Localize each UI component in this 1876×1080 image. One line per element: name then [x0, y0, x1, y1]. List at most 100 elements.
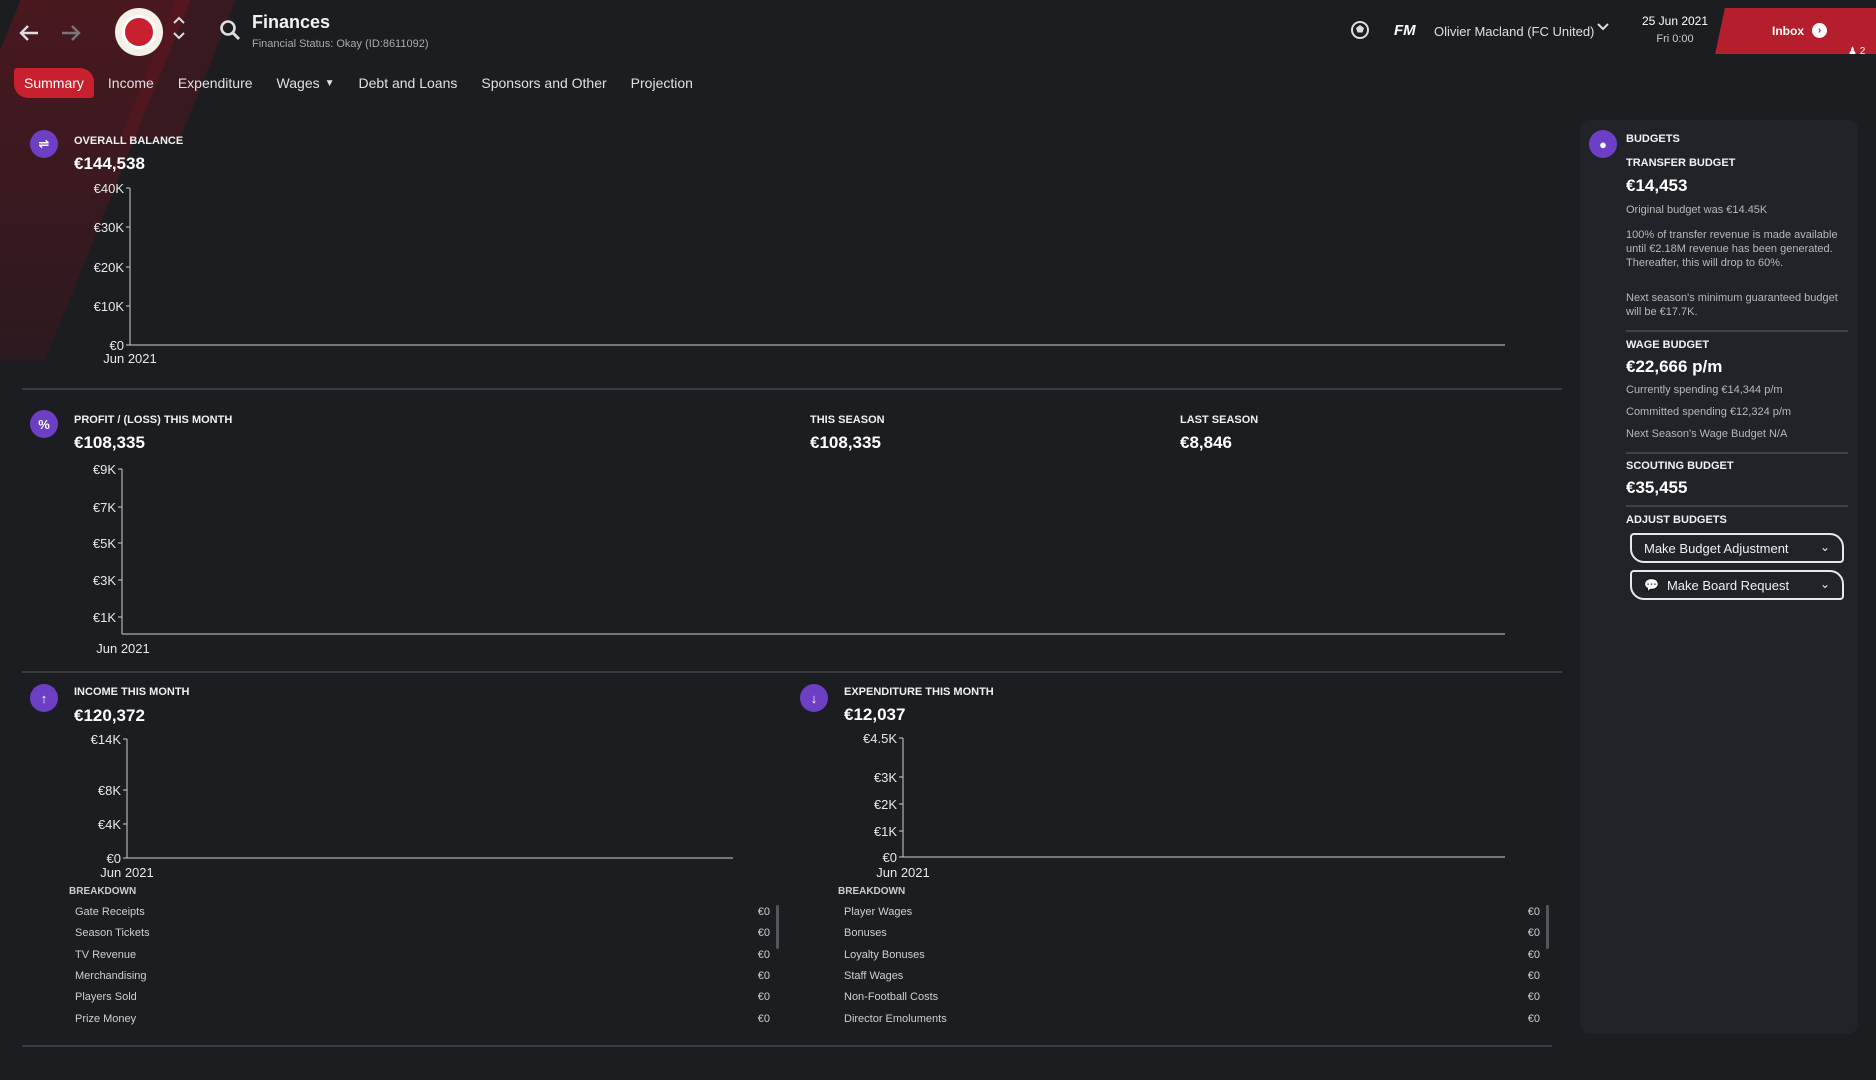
forward-arrow-icon[interactable]	[56, 18, 86, 48]
club-crest[interactable]	[115, 8, 163, 56]
breakdown-row-value: €0	[1527, 948, 1540, 961]
search-icon[interactable]	[218, 18, 246, 46]
page-title: Finances	[252, 12, 331, 32]
fm-logo[interactable]: FM	[1394, 22, 1416, 39]
panel-divider	[1626, 330, 1848, 332]
breakdown-row-value: €0	[757, 927, 770, 940]
this-season-value: €108,335	[810, 433, 881, 452]
inbox-label[interactable]: Inbox	[1772, 24, 1804, 38]
balance-icon: ⇌	[30, 130, 58, 158]
section-divider	[22, 388, 1562, 390]
football-icon[interactable]	[1350, 20, 1370, 45]
make-budget-adjustment-button[interactable]: Make Budget Adjustment ⌄	[1630, 533, 1844, 563]
breakdown-row-label[interactable]: Non-Football Costs	[844, 991, 938, 1003]
y-tick-label: €14K	[91, 732, 122, 747]
x-tick-label: Jun 2021	[103, 351, 157, 366]
expenditure-breakdown-title: BREAKDOWN	[838, 886, 906, 897]
section-divider	[22, 671, 1562, 673]
budgets-title: BUDGETS	[1626, 133, 1680, 145]
top-bar: Finances Financial Status: Okay (ID:8611…	[0, 0, 1876, 70]
income-breakdown-title: BREAKDOWN	[69, 886, 137, 897]
breakdown-row-label[interactable]: Prize Money	[75, 1013, 136, 1025]
y-tick-label: €4.5K	[863, 731, 897, 746]
wage-budget-label: WAGE BUDGET	[1626, 339, 1710, 351]
breakdown-row-label[interactable]: Loyalty Bonuses	[844, 949, 925, 961]
breakdown-row-value: €0	[757, 948, 770, 961]
tab-debt-and-loans[interactable]: Debt and Loans	[349, 68, 468, 98]
breakdown-row-label[interactable]: Director Emoluments	[844, 1013, 947, 1025]
panel-divider	[1626, 505, 1848, 507]
wage-committed-spending: Committed spending €12,324 p/m	[1626, 406, 1792, 418]
income-breakdown-scrollbar[interactable]	[776, 905, 779, 949]
profit-value: €108,335	[74, 433, 145, 452]
y-tick-label: €4K	[98, 817, 121, 832]
percent-icon: %	[30, 410, 58, 438]
breakdown-row-value: €0	[757, 991, 770, 1004]
chevron-down-icon: ▼	[324, 77, 335, 89]
chevron-down-icon: ⌄	[1819, 577, 1830, 591]
y-tick-label: €40K	[94, 181, 125, 196]
breakdown-row-value: €0	[757, 1012, 770, 1025]
section-divider	[22, 1045, 1552, 1047]
tab-summary[interactable]: Summary	[14, 68, 94, 98]
transfer-budget-label: TRANSFER BUDGET	[1626, 157, 1736, 169]
y-tick-label: €5K	[93, 536, 116, 551]
adjust-budgets-label: ADJUST BUDGETS	[1626, 514, 1727, 526]
y-tick-label: €1K	[874, 824, 897, 839]
person-icon: ♟	[1848, 46, 1857, 57]
x-tick-label: Jun 2021	[876, 865, 930, 880]
manager-name[interactable]: Olivier Macland (FC United)	[1434, 24, 1594, 39]
continue-arrow-icon[interactable]: ›	[1812, 23, 1827, 38]
y-tick-label: €9K	[93, 462, 116, 477]
game-time: Fri 0:00	[1656, 33, 1694, 45]
y-tick-label: €10K	[94, 299, 125, 314]
profit-label: PROFIT / (LOSS) THIS MONTH	[74, 414, 233, 426]
transfer-budget-original: Original budget was €14.45K	[1626, 204, 1768, 216]
scouting-budget-value: €35,455	[1626, 478, 1688, 497]
y-tick-label: €3K	[874, 770, 897, 785]
transfer-budget-value: €14,453	[1626, 176, 1688, 195]
arrow-down-icon: ↓	[800, 684, 828, 712]
breakdown-row-label[interactable]: Merchandising	[75, 970, 147, 982]
breakdown-row-label[interactable]: TV Revenue	[75, 949, 136, 961]
tab-expenditure[interactable]: Expenditure	[168, 68, 263, 98]
breakdown-row-label[interactable]: Gate Receipts	[75, 906, 145, 918]
club-switch-icon[interactable]	[172, 14, 186, 46]
breakdown-row-label[interactable]: Bonuses	[844, 927, 887, 939]
breakdown-row-label[interactable]: Staff Wages	[844, 970, 903, 982]
tab-projection[interactable]: Projection	[621, 68, 703, 98]
overall-balance-value: €144,538	[74, 154, 145, 173]
back-arrow-icon[interactable]	[14, 18, 44, 48]
chevron-down-icon[interactable]	[1596, 20, 1610, 39]
tab-sponsors-and-other[interactable]: Sponsors and Other	[471, 68, 616, 98]
breakdown-row-value: €0	[757, 969, 770, 982]
scouting-budget-label: SCOUTING BUDGET	[1626, 460, 1734, 472]
y-tick-label: €20K	[94, 260, 125, 275]
wage-next-season: Next Season's Wage Budget N/A	[1626, 428, 1788, 440]
finance-tabs: Summary Income Expenditure Wages ▼ Debt a…	[14, 68, 707, 98]
this-season-label: THIS SEASON	[810, 414, 885, 426]
x-tick-label: Jun 2021	[100, 865, 154, 880]
y-tick-label: €0	[107, 851, 121, 866]
y-tick-label: €8K	[98, 783, 121, 798]
game-date: 25 Jun 2021	[1641, 14, 1709, 28]
tab-income[interactable]: Income	[98, 68, 164, 98]
breakdown-row-label[interactable]: Player Wages	[844, 906, 912, 918]
piggy-bank-icon: ●	[1589, 130, 1617, 158]
y-tick-label: €2K	[874, 797, 897, 812]
tab-wages[interactable]: Wages ▼	[267, 68, 345, 98]
breakdown-row-value: €0	[757, 906, 770, 918]
y-tick-label: €0	[883, 850, 897, 865]
income-value: €120,372	[74, 706, 145, 725]
last-season-value: €8,846	[1180, 433, 1232, 452]
expenditure-label: EXPENDITURE THIS MONTH	[844, 686, 994, 698]
overall-balance-label: OVERALL BALANCE	[74, 135, 184, 147]
y-tick-label: €7K	[93, 500, 116, 515]
breakdown-row-value: €0	[1527, 1012, 1540, 1025]
breakdown-row-label[interactable]: Season Tickets	[75, 927, 150, 939]
breakdown-row-label[interactable]: Players Sold	[75, 991, 137, 1003]
breakdown-row-value: €0	[1527, 969, 1540, 982]
income-chart: €0 €4K €8K €14K Jun 2021	[91, 732, 733, 880]
make-board-request-button[interactable]: 💬 Make Board Request ⌄	[1630, 570, 1844, 600]
expenditure-breakdown-scrollbar[interactable]	[1546, 905, 1549, 949]
